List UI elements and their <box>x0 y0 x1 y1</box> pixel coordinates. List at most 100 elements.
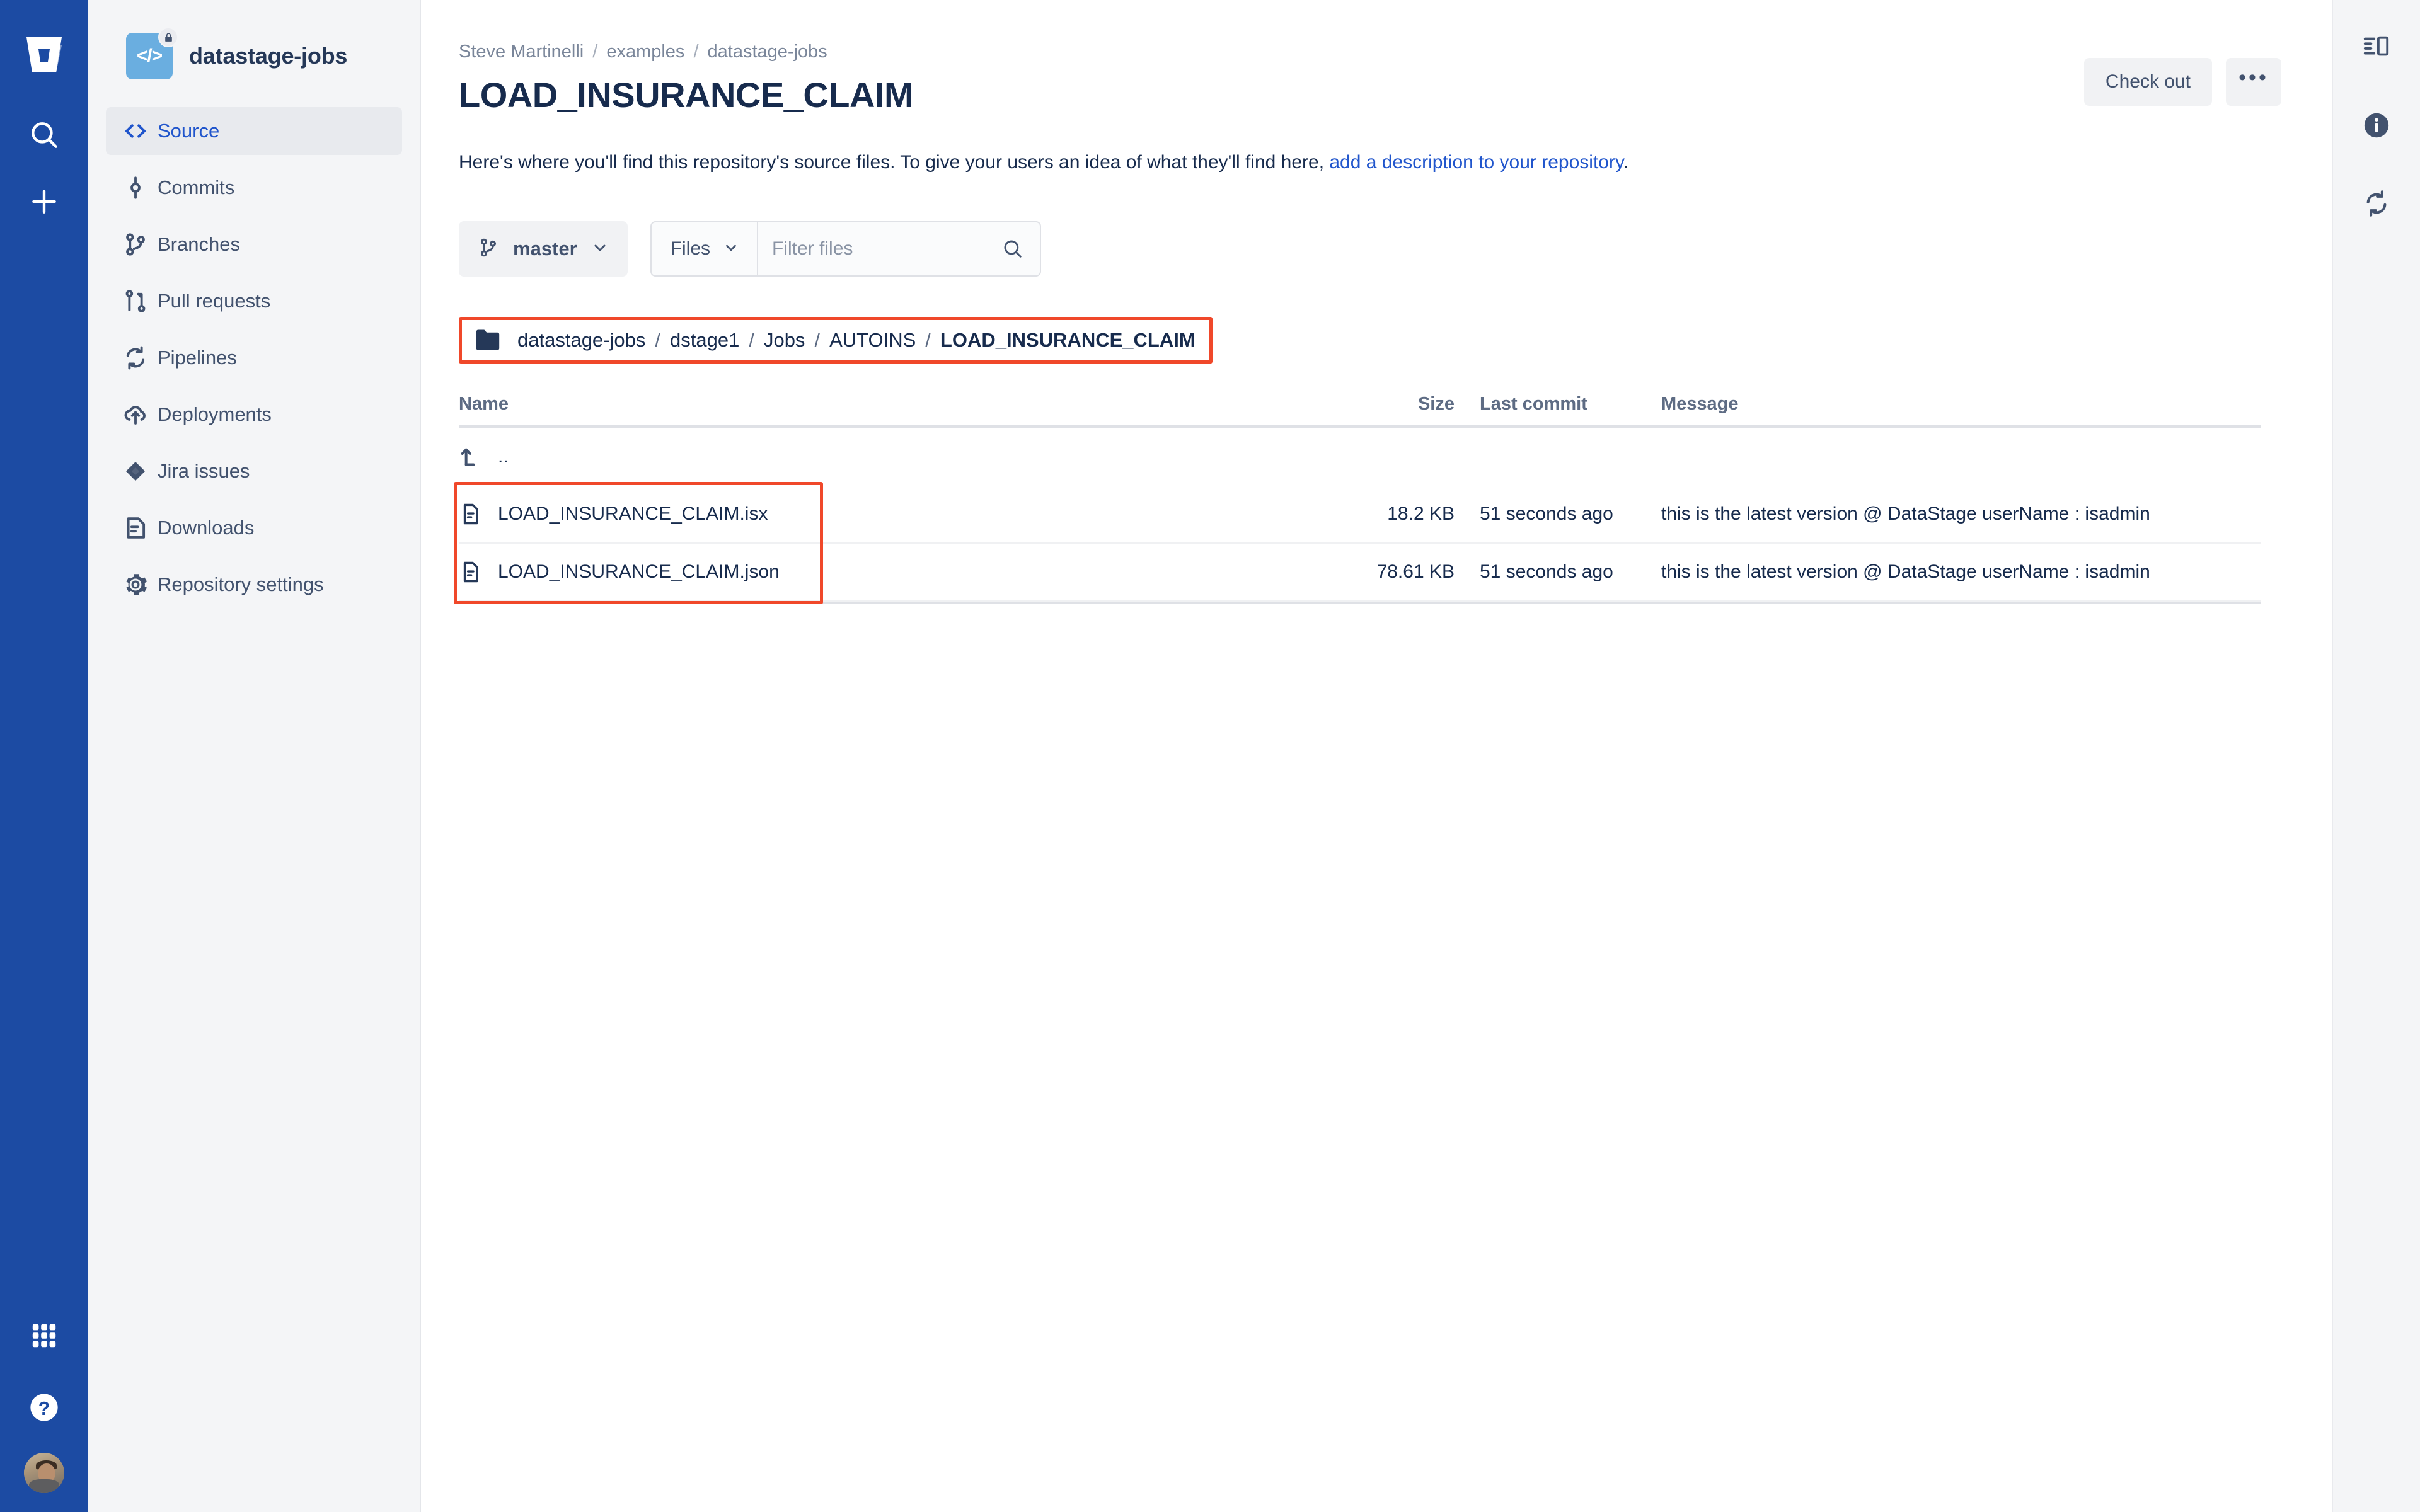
downloads-file-icon <box>122 515 158 541</box>
header-actions: Check out ••• <box>2083 58 2281 106</box>
sidebar-item-label: Jira issues <box>158 460 250 482</box>
app-switcher-icon[interactable] <box>15 1307 73 1365</box>
table-row[interactable]: LOAD_INSURANCE_CLAIM.isx 18.2 KB 51 seco… <box>459 486 2261 544</box>
sidebar-item-pipelines[interactable]: Pipelines <box>106 334 402 382</box>
path-separator: / <box>655 329 660 351</box>
sidebar-item-source[interactable]: Source <box>106 107 402 155</box>
file-table-header: Name Size Last commit Message <box>459 382 2261 428</box>
file-size: 78.61 KB <box>1376 561 1455 582</box>
directory-path-breadcrumb: datastage-jobs / dstage1 / Jobs / AUTOIN… <box>459 317 1213 364</box>
file-last-commit: 51 seconds ago <box>1480 503 1613 524</box>
file-list-table: Name Size Last commit Message .. LOAD_IN… <box>454 382 2261 604</box>
sidebar-item-label: Downloads <box>158 517 255 539</box>
arrow-up-left-icon <box>459 444 498 469</box>
chevron-down-icon <box>723 239 739 259</box>
search-icon[interactable] <box>15 106 73 164</box>
table-row[interactable]: LOAD_INSURANCE_CLAIM.json 78.61 KB 51 se… <box>459 544 2261 602</box>
file-filter-group: Files <box>650 221 1041 277</box>
file-last-commit: 51 seconds ago <box>1480 561 1613 582</box>
column-header-size[interactable]: Size <box>1341 394 1455 415</box>
intro-text: Here's where you'll find this repository… <box>459 152 1330 173</box>
sidebar-item-jira-issues[interactable]: Jira issues <box>106 447 402 495</box>
path-segment-repo[interactable]: datastage-jobs <box>517 329 645 352</box>
sidebar-item-commits[interactable]: Commits <box>106 164 402 212</box>
file-icon <box>459 502 498 526</box>
gear-icon <box>122 571 158 598</box>
sidebar-item-downloads[interactable]: Downloads <box>106 504 402 552</box>
more-actions-button[interactable]: ••• <box>2226 58 2281 106</box>
sidebar-item-label: Pipelines <box>158 346 237 369</box>
file-commit-message: this is the latest version @ DataStage u… <box>1661 561 2150 582</box>
path-segment-autoins[interactable]: AUTOINS <box>829 329 916 352</box>
repository-sidebar: </> datastage-jobs Source Commits Branch… <box>88 0 421 1512</box>
intro-suffix: . <box>1623 152 1629 173</box>
branch-icon <box>478 237 499 261</box>
bitbucket-source-page: ? </> datastage-jobs Source Commits Bran… <box>0 0 2420 1512</box>
repository-intro-text: Here's where you'll find this repository… <box>459 149 2420 176</box>
code-brackets-icon <box>122 118 158 144</box>
sidebar-item-repository-settings[interactable]: Repository settings <box>106 561 402 609</box>
sidebar-item-label: Repository settings <box>158 573 324 595</box>
sidebar-item-pull-requests[interactable]: Pull requests <box>106 277 402 325</box>
commit-icon <box>122 175 158 201</box>
file-icon <box>459 560 498 584</box>
parent-directory-row[interactable]: .. <box>459 428 2261 486</box>
bitbucket-logo-icon[interactable] <box>20 30 69 79</box>
column-header-name[interactable]: Name <box>459 394 1341 415</box>
global-nav-bottom-group: ? <box>0 1293 88 1493</box>
repository-header[interactable]: </> datastage-jobs <box>88 0 420 82</box>
file-rows-group: LOAD_INSURANCE_CLAIM.isx 18.2 KB 51 seco… <box>454 482 2261 604</box>
branch-icon <box>122 231 158 258</box>
sidebar-item-label: Pull requests <box>158 290 271 312</box>
breadcrumb-separator: / <box>592 41 598 62</box>
add-description-link[interactable]: add a description to your repository <box>1329 152 1623 173</box>
pull-request-icon <box>122 288 158 314</box>
breadcrumb-separator: / <box>693 41 699 62</box>
branch-selector[interactable]: master <box>459 221 628 277</box>
sync-icon[interactable] <box>2352 179 2401 228</box>
sidebar-item-label: Commits <box>158 176 235 198</box>
column-header-message[interactable]: Message <box>1637 394 2261 415</box>
sidebar-toggle-icon[interactable] <box>2352 23 2401 72</box>
file-commit-message: this is the latest version @ DataStage u… <box>1661 503 2150 524</box>
path-segment-current: LOAD_INSURANCE_CLAIM <box>940 329 1196 351</box>
global-navigation-sidebar: ? <box>0 0 88 1512</box>
filter-kind-dropdown[interactable]: Files <box>652 222 759 275</box>
right-rail <box>2332 0 2420 1512</box>
table-bottom-rule <box>459 602 2261 604</box>
sidebar-item-branches[interactable]: Branches <box>106 220 402 268</box>
main-content: Steve Martinelli / examples / datastage-… <box>421 0 2420 1512</box>
repository-nav: Source Commits Branches Pull requests Pi… <box>88 107 420 609</box>
filter-files-input[interactable] <box>758 222 997 275</box>
file-size: 18.2 KB <box>1387 503 1455 524</box>
jira-icon <box>122 458 158 484</box>
parent-directory-label[interactable]: .. <box>498 446 509 467</box>
lock-icon <box>158 27 178 47</box>
breadcrumb-item-repo[interactable]: datastage-jobs <box>708 42 827 62</box>
breadcrumb-item-project[interactable]: examples <box>606 42 684 62</box>
plus-icon[interactable] <box>15 173 73 231</box>
path-segment-dstage1[interactable]: dstage1 <box>670 329 739 352</box>
check-out-button[interactable]: Check out <box>2083 58 2212 106</box>
path-segment-jobs[interactable]: Jobs <box>764 329 805 352</box>
chevron-down-icon <box>591 239 609 260</box>
search-icon[interactable] <box>997 238 1040 260</box>
sidebar-item-label: Source <box>158 120 220 142</box>
sidebar-item-deployments[interactable]: Deployments <box>106 391 402 438</box>
deployments-cloud-icon <box>122 401 158 428</box>
info-icon[interactable] <box>2352 101 2401 150</box>
path-separator: / <box>749 329 754 351</box>
avatar[interactable] <box>24 1453 64 1493</box>
svg-text:?: ? <box>38 1399 50 1419</box>
source-toolbar: master Files <box>459 221 2420 277</box>
file-name-link[interactable]: LOAD_INSURANCE_CLAIM.json <box>498 561 780 583</box>
file-name-link[interactable]: LOAD_INSURANCE_CLAIM.isx <box>498 503 768 525</box>
pipelines-icon <box>122 345 158 371</box>
sidebar-item-label: Branches <box>158 233 240 255</box>
path-separator: / <box>925 329 931 351</box>
column-header-last-commit[interactable]: Last commit <box>1455 394 1637 415</box>
path-separator: / <box>814 329 821 351</box>
help-icon[interactable]: ? <box>15 1378 73 1436</box>
breadcrumb-item-owner[interactable]: Steve Martinelli <box>459 42 584 62</box>
repository-name: datastage-jobs <box>189 43 348 69</box>
